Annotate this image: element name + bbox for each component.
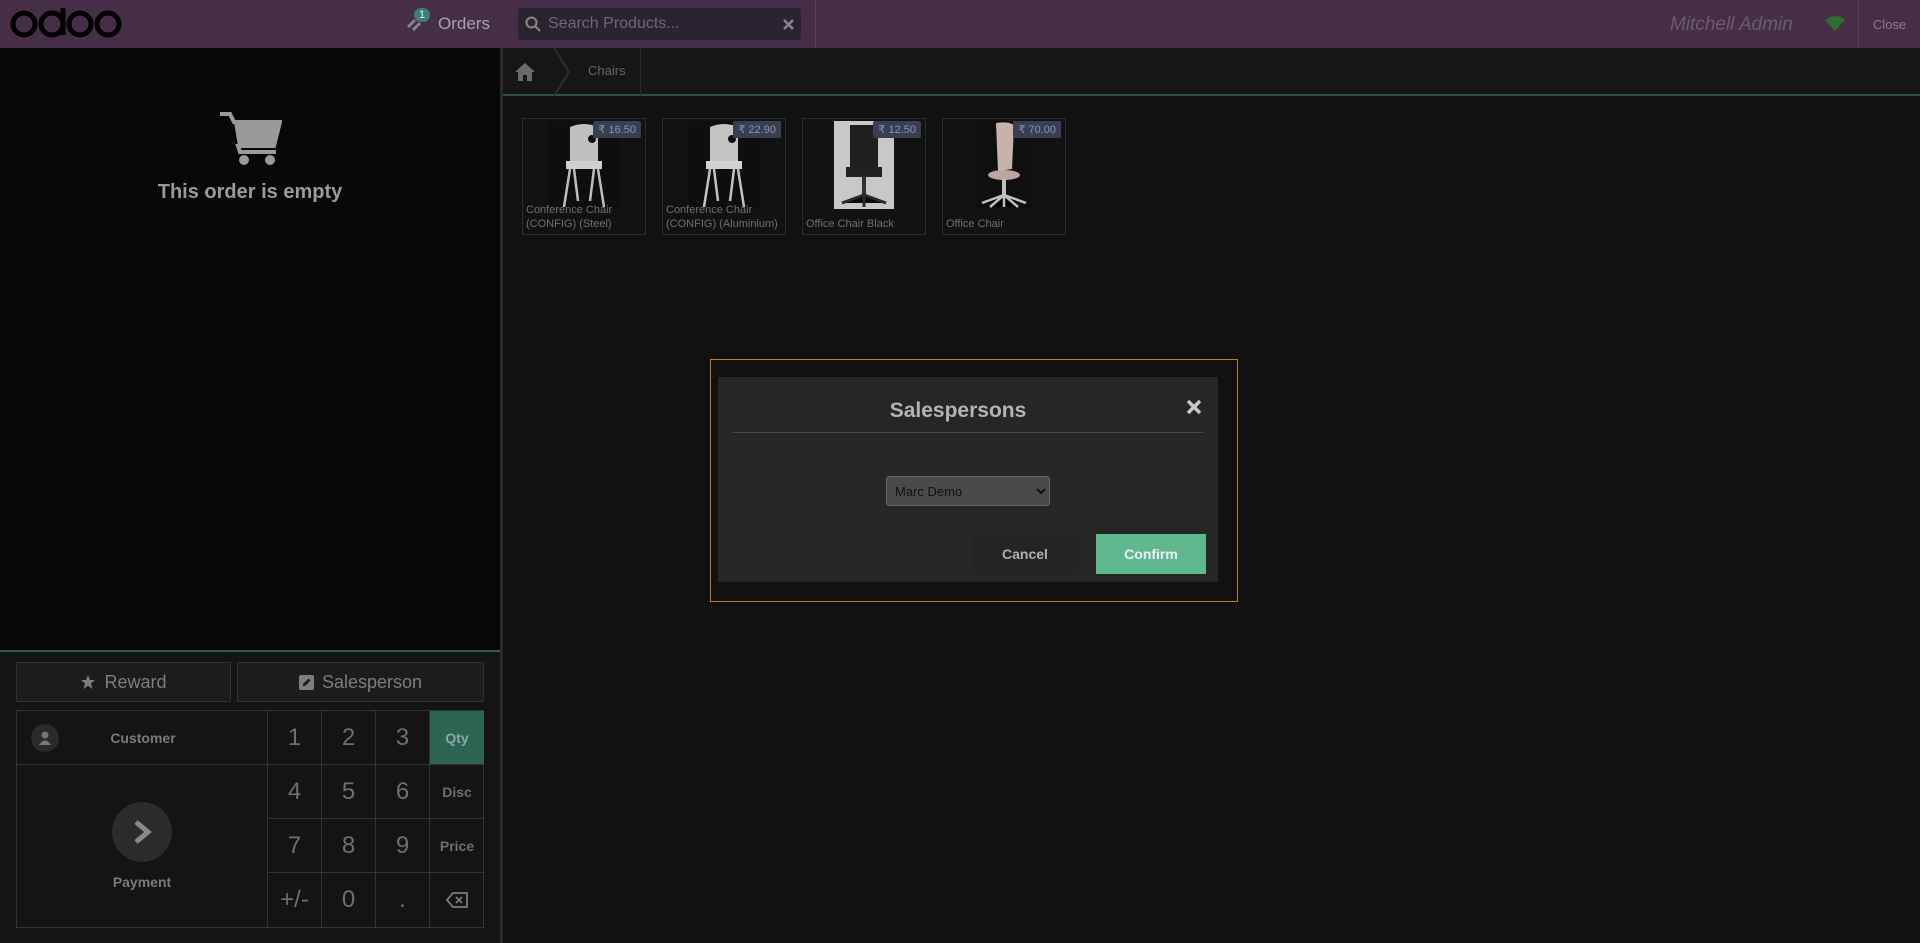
salesperson-select[interactable]: Marc Demo	[886, 476, 1050, 506]
search-icon	[518, 16, 548, 32]
customer-button[interactable]: Customer	[17, 711, 268, 765]
product-card[interactable]: ₹ 12.50 Office Chair Black	[802, 118, 926, 235]
salesperson-label: Salesperson	[321, 671, 423, 692]
payment-button[interactable]: Payment	[17, 765, 268, 927]
product-name: Conference Chair (CONFIG) (Aluminium)	[666, 204, 778, 230]
orders-label: Orders	[438, 14, 490, 33]
backspace-button[interactable]	[430, 873, 484, 927]
product-name: Conference Chair (CONFIG) (Steel)	[526, 204, 613, 230]
key-1[interactable]: 1	[268, 711, 322, 765]
product-price: ₹ 16.50	[593, 121, 641, 138]
chevron-right-icon	[112, 802, 172, 862]
key-2[interactable]: 2	[322, 711, 376, 765]
backspace-icon	[446, 892, 468, 908]
clear-search-icon[interactable]	[775, 18, 801, 30]
key-6[interactable]: 6	[376, 765, 430, 819]
product-name: Office Chair	[946, 218, 1004, 230]
mode-price[interactable]: Price	[430, 819, 484, 873]
key-decimal[interactable]: .	[376, 873, 430, 927]
home-icon[interactable]	[513, 60, 537, 84]
breadcrumb-chevron-icon	[553, 48, 570, 96]
key-7[interactable]: 7	[268, 819, 322, 873]
orders-count-badge: 1	[414, 8, 431, 22]
mode-disc[interactable]: Disc	[430, 765, 484, 819]
customer-label: Customer	[110, 729, 176, 746]
user-icon	[31, 723, 59, 752]
reward-label: Reward	[104, 671, 167, 692]
product-price: ₹ 70.00	[1013, 121, 1061, 138]
order-area: This order is empty	[0, 48, 500, 650]
empty-order-message: This order is empty	[157, 181, 343, 203]
key-9[interactable]: 9	[376, 819, 430, 873]
breadcrumb: Chairs	[503, 48, 1920, 96]
cancel-button[interactable]: Cancel	[972, 534, 1078, 574]
confirm-button[interactable]: Confirm	[1096, 534, 1206, 574]
breadcrumb-separator	[640, 48, 641, 96]
product-price: ₹ 12.50	[873, 121, 921, 138]
star-icon	[80, 674, 96, 690]
shopping-cart-icon	[220, 112, 282, 165]
control-panel: Reward Salesperson Customer Payment 1 2 …	[0, 652, 500, 943]
product-price: ₹ 22.90	[733, 121, 781, 138]
wifi-icon[interactable]	[1824, 14, 1846, 32]
salespersons-dialog: Salespersons Marc Demo Cancel Confirm	[718, 377, 1218, 582]
reward-button[interactable]: Reward	[16, 662, 231, 702]
dialog-title: Salespersons	[889, 399, 1027, 422]
key-3[interactable]: 3	[376, 711, 430, 765]
key-8[interactable]: 8	[322, 819, 376, 873]
top-bar: 1 Orders Mitchell Admin Close	[0, 0, 1920, 48]
payment-label: Payment	[112, 874, 172, 890]
breadcrumb-category[interactable]: Chairs	[588, 63, 626, 78]
edit-icon	[298, 674, 314, 690]
odoo-logo	[10, 8, 122, 38]
salesperson-button[interactable]: Salesperson	[237, 662, 484, 702]
ticket-icon: 1	[404, 8, 431, 36]
numpad: Customer Payment 1 2 3 4 5 6 7 8 9 +/- 0…	[16, 710, 484, 928]
dialog-divider	[733, 432, 1203, 433]
key-0[interactable]: 0	[322, 873, 376, 927]
search-box	[518, 8, 801, 40]
product-card[interactable]: ₹ 22.90 Conference Chair (CONFIG) (Alumi…	[662, 118, 786, 235]
close-icon[interactable]	[1184, 397, 1204, 417]
product-card[interactable]: ₹ 16.50 Conference Chair (CONFIG) (Steel…	[522, 118, 646, 235]
topbar-separator	[815, 0, 816, 48]
close-button[interactable]: Close	[1858, 0, 1920, 48]
product-name: Office Chair Black	[806, 218, 894, 230]
left-pane: This order is empty Reward Salesperson C…	[0, 48, 500, 943]
mode-qty[interactable]: Qty	[430, 711, 484, 765]
key-5[interactable]: 5	[322, 765, 376, 819]
key-plus-minus[interactable]: +/-	[268, 873, 322, 927]
product-card[interactable]: ₹ 70.00 Office Chair	[942, 118, 1066, 235]
username: Mitchell Admin	[1670, 14, 1793, 35]
search-input[interactable]	[548, 15, 775, 33]
key-4[interactable]: 4	[268, 765, 322, 819]
orders-button[interactable]: 1 Orders	[404, 8, 490, 38]
